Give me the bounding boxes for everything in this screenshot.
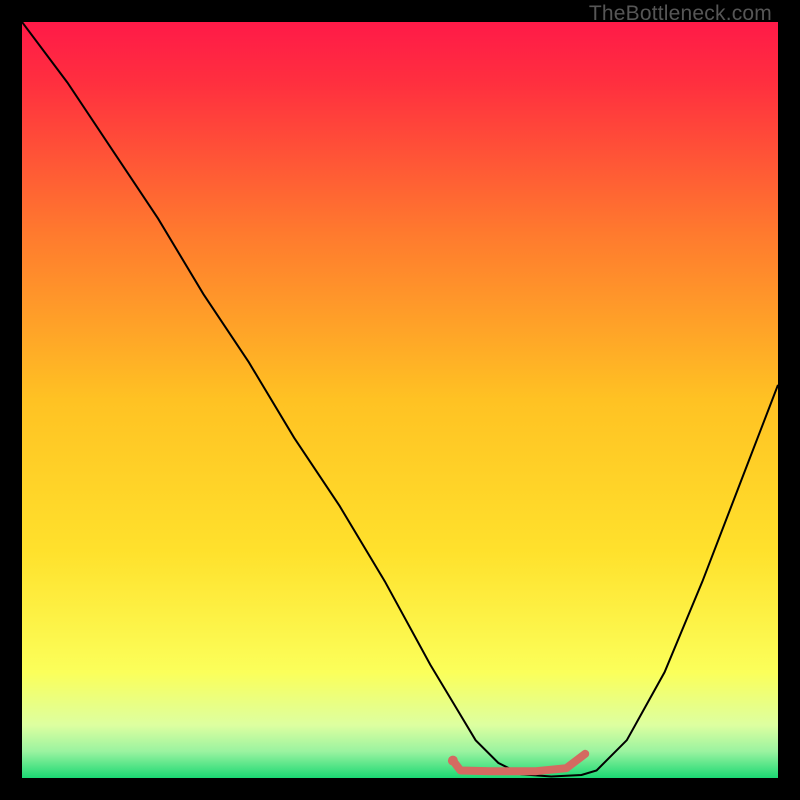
watermark-label: TheBottleneck.com [589,2,772,26]
gradient-background [22,22,778,778]
chart-frame [22,22,778,778]
start-dot [448,756,458,766]
chart-svg [22,22,778,778]
